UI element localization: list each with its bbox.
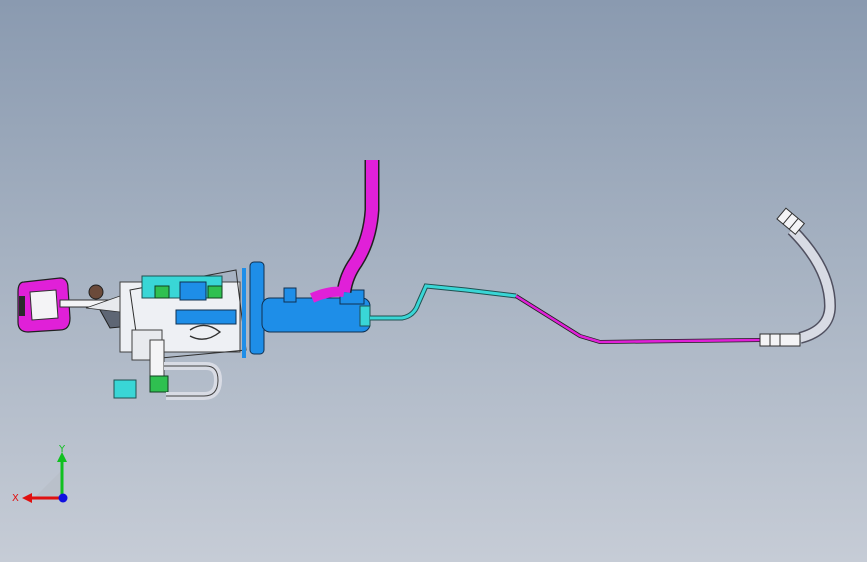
triad-z-axis: [58, 493, 68, 503]
cad-viewport[interactable]: [0, 0, 867, 562]
reservoir-hose-icon[interactable]: [309, 160, 380, 303]
flex-hose-icon[interactable]: [787, 225, 837, 344]
triad-plane: [32, 470, 62, 500]
triad-x-arrow-icon: [22, 493, 32, 503]
triad-x-label: X: [12, 493, 19, 504]
hose-fitting-icon[interactable]: [759, 207, 806, 347]
coordinate-triad: Y X: [12, 444, 68, 504]
pedal-bracket-icon[interactable]: [113, 268, 247, 400]
hydraulic-line-icon[interactable]: [370, 283, 761, 345]
triad-y-label: Y: [58, 444, 66, 455]
